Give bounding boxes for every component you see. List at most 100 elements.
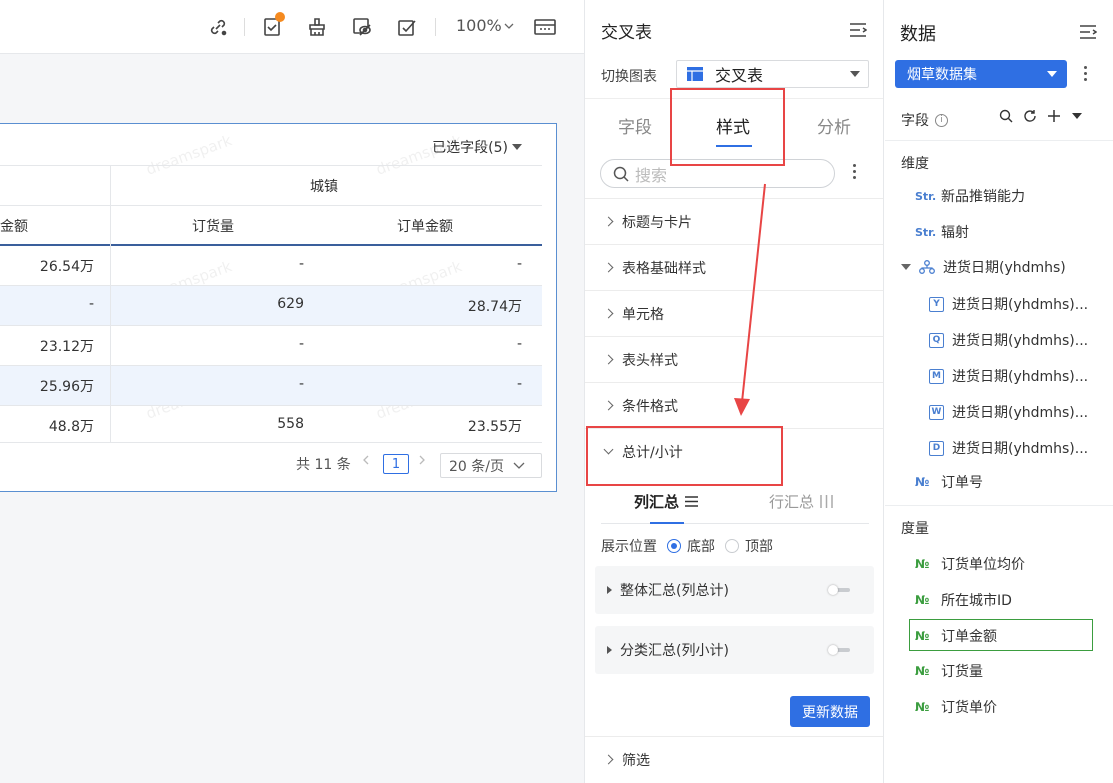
caret-down-icon[interactable] xyxy=(1071,112,1083,120)
table-cell: 48.8万 xyxy=(48,419,94,435)
string-type-icon: Str. xyxy=(915,189,937,203)
date-month-item[interactable]: M 进货日期(yhdmhs)... xyxy=(929,366,1088,386)
radio-label: 底部 xyxy=(687,539,715,555)
page-number-button[interactable]: 1 xyxy=(383,454,409,474)
broom-icon[interactable] xyxy=(304,14,330,40)
page-size-value: 20 条/页 xyxy=(449,458,504,475)
table-cell: 28.74万 xyxy=(467,299,522,315)
hierarchy-icon xyxy=(919,260,935,274)
section-filter[interactable]: 筛选 xyxy=(585,736,883,782)
section-label: 单元格 xyxy=(622,306,664,323)
column-header[interactable]: 订单金额 xyxy=(397,216,453,236)
annotation-box-totals xyxy=(586,426,783,486)
radio-top[interactable] xyxy=(725,539,739,553)
subtab-label: 列汇总 xyxy=(634,493,680,511)
field-item[interactable]: № 订单号 xyxy=(915,472,983,492)
chevron-right-icon xyxy=(603,216,614,227)
page-size-select[interactable]: 20 条/页 xyxy=(440,453,542,478)
field-label: 进货日期(yhdmhs)... xyxy=(952,405,1089,421)
layout-icon[interactable] xyxy=(532,14,558,40)
overall-total-toggle[interactable] xyxy=(828,585,852,595)
annotation-box-style-tab xyxy=(670,88,785,166)
search-icon[interactable] xyxy=(999,109,1013,123)
report-icon[interactable] xyxy=(259,12,285,40)
update-data-button[interactable]: 更新数据 xyxy=(790,696,870,727)
column-header[interactable]: 金额 xyxy=(0,216,28,236)
date-hierarchy-item[interactable]: 进货日期(yhdmhs) xyxy=(901,257,1066,277)
info-icon[interactable]: i xyxy=(935,113,948,127)
subtab-column-total[interactable]: 列汇总 xyxy=(634,491,699,512)
chevron-right-icon xyxy=(603,754,614,765)
subtab-row-total[interactable]: 行汇总 xyxy=(769,491,833,512)
number-calc-icon: № xyxy=(915,557,930,571)
field-item[interactable]: Str. 新品推销能力 xyxy=(915,186,1025,206)
field-item[interactable]: № 订货量 xyxy=(915,661,983,681)
dataset-select[interactable]: 烟草数据集 xyxy=(895,60,1067,88)
section-table-basic[interactable]: 表格基础样式 xyxy=(585,244,883,290)
date-year-item[interactable]: Y 进货日期(yhdmhs)... xyxy=(929,294,1088,314)
chevron-right-icon xyxy=(603,400,614,411)
field-label: 进货日期(yhdmhs)... xyxy=(952,441,1089,457)
column-group-header: 城镇 xyxy=(310,179,338,195)
field-item[interactable]: № 所在城市ID xyxy=(915,590,1012,610)
field-label: 新品推销能力 xyxy=(941,189,1025,205)
section-label: 筛选 xyxy=(622,752,650,769)
position-label: 展示位置 xyxy=(601,539,657,555)
active-subtab-indicator xyxy=(650,522,684,524)
add-icon[interactable] xyxy=(1047,109,1061,123)
chevron-down-icon xyxy=(504,23,514,29)
number-type-icon: № xyxy=(915,593,930,607)
column-header[interactable]: 订货量 xyxy=(192,216,234,236)
overall-total-row[interactable]: 整体汇总(列总计) xyxy=(595,566,874,614)
more-options-icon[interactable] xyxy=(1084,66,1087,81)
selected-field-highlight xyxy=(909,619,1093,651)
field-item[interactable]: Str. 辐射 xyxy=(915,222,969,242)
zoom-select[interactable]: 100% xyxy=(456,16,514,35)
next-page-button[interactable] xyxy=(417,454,427,466)
radio-bottom[interactable] xyxy=(667,539,681,553)
caret-down-icon xyxy=(1047,71,1057,77)
tab-fields[interactable]: 字段 xyxy=(618,113,652,138)
section-title-card[interactable]: 标题与卡片 xyxy=(585,198,883,244)
refresh-icon[interactable] xyxy=(1023,109,1037,123)
caret-down-icon xyxy=(901,264,911,270)
pager-total: 共 11 条 xyxy=(296,457,351,473)
field-label: 所在城市ID xyxy=(941,593,1012,609)
selected-fields-dropdown[interactable]: 已选字段(5) xyxy=(432,137,522,157)
total-label: 分类汇总(列小计) xyxy=(620,643,729,659)
chevron-left-icon xyxy=(363,455,369,465)
date-quarter-item[interactable]: Q 进货日期(yhdmhs)... xyxy=(929,330,1088,350)
collapse-menu-icon[interactable] xyxy=(849,22,868,42)
chart-type-select[interactable]: 交叉表 xyxy=(676,60,869,88)
table-cell: - xyxy=(516,336,522,352)
subtotal-row[interactable]: 分类汇总(列小计) xyxy=(595,626,874,674)
field-item[interactable]: № 订货单价 xyxy=(915,697,997,717)
more-options-icon[interactable] xyxy=(853,164,856,179)
dataset-value: 烟草数据集 xyxy=(907,67,977,83)
section-conditional-format[interactable]: 条件格式 xyxy=(585,382,883,428)
date-week-item[interactable]: W 进货日期(yhdmhs)... xyxy=(929,402,1088,422)
table-cell: - xyxy=(516,376,522,392)
table-cell: - xyxy=(298,256,304,272)
section-cell[interactable]: 单元格 xyxy=(585,290,883,336)
subtotal-toggle[interactable] xyxy=(828,645,852,655)
link-icon[interactable] xyxy=(205,14,231,40)
field-item[interactable]: № 订货单位均价 xyxy=(915,554,1025,574)
selected-fields-label: 已选字段(5) xyxy=(432,140,508,156)
date-day-item[interactable]: D 进货日期(yhdmhs)... xyxy=(929,438,1088,458)
caret-down-icon xyxy=(512,144,522,150)
tab-analysis[interactable]: 分析 xyxy=(817,113,851,138)
collapse-menu-icon[interactable] xyxy=(1079,24,1098,44)
hide-icon[interactable] xyxy=(349,14,375,40)
checklist-icon[interactable] xyxy=(394,14,420,40)
prev-page-button[interactable] xyxy=(361,454,371,466)
field-label: 订货单位均价 xyxy=(941,557,1025,573)
section-header-style[interactable]: 表头样式 xyxy=(585,336,883,382)
cross-table-widget[interactable]: 已选字段(5) dreamspark dreamspark dreamspark… xyxy=(0,123,557,492)
field-label: 进货日期(yhdmhs)... xyxy=(952,369,1089,385)
notification-dot xyxy=(275,12,285,22)
table-cell: - xyxy=(516,256,522,272)
section-label: 表格基础样式 xyxy=(622,260,706,277)
display-position-row: 展示位置 底部 顶部 xyxy=(601,536,773,556)
caret-right-icon xyxy=(607,646,612,654)
